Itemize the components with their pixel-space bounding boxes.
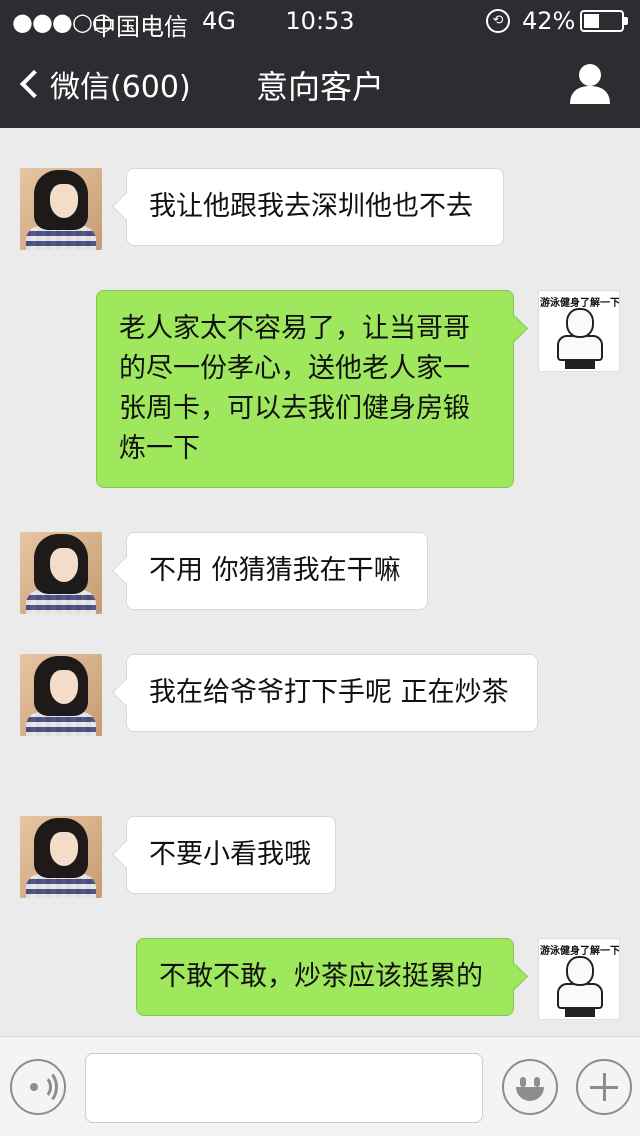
customer-avatar[interactable] bbox=[20, 532, 102, 614]
plus-icon[interactable] bbox=[576, 1059, 632, 1115]
rotation-lock-icon: ⟲ bbox=[486, 9, 510, 33]
emoji-icon[interactable] bbox=[502, 1059, 558, 1115]
chevron-left-icon bbox=[19, 69, 49, 99]
top-bar: ●●●○○ 中国电信 4G 10:53 ⟲ 42% 微信(600) 意向客户 bbox=[0, 0, 640, 128]
message-bubble[interactable]: 我在给爷爷打下手呢 正在炒茶 bbox=[126, 654, 538, 732]
customer-avatar[interactable] bbox=[20, 816, 102, 898]
customer-avatar[interactable] bbox=[20, 168, 102, 250]
navigation-bar: 微信(600) 意向客户 bbox=[0, 40, 640, 128]
back-label: 微信(600) bbox=[50, 70, 191, 105]
status-bar: ●●●○○ 中国电信 4G 10:53 ⟲ 42% bbox=[0, 0, 640, 41]
emoji-eye bbox=[520, 1077, 526, 1087]
message-bubble[interactable]: 老人家太不容易了，让当哥哥的尽一份孝心，送他老人家一张周卡，可以去我们健身房锻炼… bbox=[96, 290, 514, 488]
customer-avatar[interactable] bbox=[20, 654, 102, 736]
avatar-head bbox=[566, 308, 594, 338]
battery-fill bbox=[584, 14, 599, 28]
avatar-face bbox=[50, 832, 78, 866]
chat-area[interactable]: 我让他跟我去深圳他也不去 游泳健身了解一下 老人家太不容易了，让当哥哥的尽一份孝… bbox=[0, 128, 640, 1036]
emoji-eye bbox=[534, 1077, 540, 1087]
message-bubble[interactable]: 不要小看我哦 bbox=[126, 816, 336, 894]
back-button[interactable]: 微信(600) bbox=[16, 62, 191, 106]
emoji-mouth bbox=[516, 1087, 544, 1101]
input-bar bbox=[0, 1036, 640, 1136]
avatar-head bbox=[566, 956, 594, 986]
my-avatar[interactable]: 游泳健身了解一下 bbox=[538, 290, 620, 372]
avatar-face bbox=[50, 548, 78, 582]
voice-icon[interactable] bbox=[10, 1059, 66, 1115]
message-bubble[interactable]: 不敢不敢，炒茶应该挺累的 bbox=[136, 938, 514, 1016]
message-bubble[interactable]: 不用 你猜猜我在干嘛 bbox=[126, 532, 428, 610]
message-bubble[interactable]: 我让他跟我去深圳他也不去 bbox=[126, 168, 504, 246]
battery-nub bbox=[624, 17, 628, 25]
battery-icon bbox=[580, 10, 628, 32]
avatar-caption: 游泳健身了解一下 bbox=[540, 946, 620, 957]
person-icon[interactable] bbox=[566, 62, 614, 106]
avatar-caption: 游泳健身了解一下 bbox=[540, 298, 620, 309]
plus-bar bbox=[603, 1073, 606, 1101]
message-input[interactable] bbox=[85, 1053, 483, 1123]
avatar-body bbox=[557, 335, 603, 361]
voice-wave bbox=[30, 1069, 58, 1105]
avatar-body bbox=[557, 983, 603, 1009]
battery-percent: 42% bbox=[522, 7, 576, 35]
avatar-face bbox=[50, 184, 78, 218]
avatar-face bbox=[50, 670, 78, 704]
avatar-shorts bbox=[565, 359, 595, 369]
my-avatar[interactable]: 游泳健身了解一下 bbox=[538, 938, 620, 1020]
avatar-shorts bbox=[565, 1007, 595, 1017]
